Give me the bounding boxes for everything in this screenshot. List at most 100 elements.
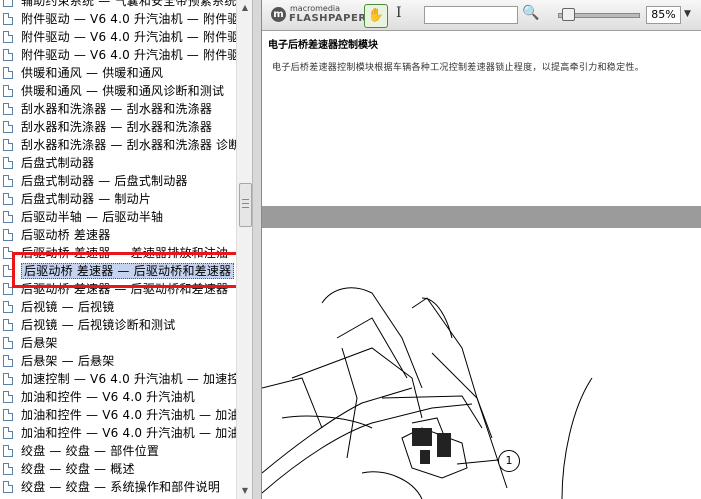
toc-item-label: 附件驱动 — V6 4.0 升汽油机 — 附件驱: [21, 48, 240, 62]
zoom-dropdown-icon[interactable]: ▼: [684, 9, 691, 19]
document-icon: [3, 175, 13, 187]
toc-item[interactable]: 后悬架 — 后悬架: [0, 352, 236, 370]
toc-tree: 辅助约束系统 — 气囊和安全带预紧系统附件驱动 — V6 4.0 升汽油机 — …: [0, 0, 240, 496]
document-icon: [3, 355, 13, 367]
toc-item-label: 附件驱动 — V6 4.0 升汽油机 — 附件驱: [21, 12, 240, 26]
callout-number: 1: [498, 450, 520, 472]
toc-item-label: 后悬架 — 后悬架: [21, 354, 115, 368]
panel-splitter[interactable]: [252, 0, 262, 499]
toc-item[interactable]: 加油和控件 — V6 4.0 升汽油机 — 加油: [0, 424, 239, 442]
toc-item-label: 绞盘 — 绞盘 — 系统操作和部件说明: [21, 480, 221, 494]
document-icon: [3, 13, 13, 25]
document-page-1: 电子后桥差速器控制模块 电子后桥差速器控制模块根据车辆各种工况控制差速器锁止程度…: [262, 31, 701, 206]
document-icon: [3, 103, 13, 115]
toc-item[interactable]: 后驱动半轴 — 后驱动半轴: [0, 208, 236, 226]
page-gap: [262, 206, 701, 228]
toc-item[interactable]: 绞盘 — 绞盘 — 系统操作和部件说明: [0, 478, 236, 496]
document-icon: [3, 337, 13, 349]
toc-item[interactable]: 附件驱动 — V6 4.0 升汽油机 — 附件驱: [0, 28, 239, 46]
toc-item-label: 供暖和通风 — 供暖和通风诊断和测试: [21, 84, 225, 98]
logo-big-text: FLASHPAPER: [289, 13, 367, 24]
toc-item-label: 加速控制 — V6 4.0 升汽油机 — 加速控: [21, 372, 240, 386]
toc-item[interactable]: 后盘式制动器 — 制动片: [0, 190, 236, 208]
toc-item-label: 绞盘 — 绞盘 — 概述: [21, 462, 135, 476]
toc-item[interactable]: 辅助约束系统 — 气囊和安全带预紧系统: [0, 0, 236, 10]
toc-item-label: 刮水器和洗涤器 — 刮水器和洗涤器: [21, 102, 213, 116]
toc-item-label: 后视镜 — 后视镜诊断和测试: [21, 318, 176, 332]
toc-item-label: 后悬架: [21, 336, 58, 350]
toc-item[interactable]: 后驱动桥 差速器: [0, 226, 236, 244]
toc-item-label: 加油和控件 — V6 4.0 升汽油机: [21, 390, 195, 404]
document-icon: [3, 391, 13, 403]
toc-item[interactable]: 附件驱动 — V6 4.0 升汽油机 — 附件驱: [0, 46, 239, 64]
toc-item-label: 后驱动桥 差速器: [21, 228, 111, 242]
document-icon: [3, 301, 13, 313]
toc-item[interactable]: 供暖和通风 — 供暖和通风: [0, 64, 236, 82]
zoom-field[interactable]: 85%: [646, 6, 681, 24]
document-icon: [3, 409, 13, 421]
document-icon: [3, 211, 13, 223]
toc-item-label: 后驱动半轴 — 后驱动半轴: [21, 210, 164, 224]
component-diagram: [262, 287, 593, 499]
scroll-down-icon[interactable]: ▼: [237, 483, 252, 499]
toc-item-label: 绞盘 — 绞盘 — 部件位置: [21, 444, 160, 458]
scroll-thumb[interactable]: [239, 183, 252, 227]
toc-item[interactable]: 加速控制 — V6 4.0 升汽油机 — 加速控: [0, 370, 239, 388]
toc-item-label: 后盘式制动器 — 制动片: [21, 192, 152, 206]
document-icon: [3, 427, 13, 439]
toc-item-label: 后盘式制动器 — 后盘式制动器: [21, 174, 188, 188]
toc-item[interactable]: 后视镜 — 后视镜诊断和测试: [0, 316, 236, 334]
page-title: 电子后桥差速器控制模块: [268, 40, 378, 51]
toc-panel: 辅助约束系统 — 气囊和安全带预紧系统附件驱动 — V6 4.0 升汽油机 — …: [0, 0, 252, 499]
toc-item-label: 附件驱动 — V6 4.0 升汽油机 — 附件驱: [21, 30, 240, 44]
logo-small-text: macromedia: [290, 4, 341, 13]
toc-item[interactable]: 后视镜 — 后视镜: [0, 298, 236, 316]
toc-item[interactable]: 绞盘 — 绞盘 — 部件位置: [0, 442, 236, 460]
toc-item[interactable]: 刮水器和洗涤器 — 刮水器和洗涤器: [0, 118, 236, 136]
toc-item-label: 后视镜 — 后视镜: [21, 300, 115, 314]
hand-tool-icon[interactable]: ✋: [364, 4, 388, 28]
document-page-2: 1: [262, 228, 701, 499]
toc-item[interactable]: 绞盘 — 绞盘 — 概述: [0, 460, 236, 478]
document-icon: [3, 121, 13, 133]
search-icon[interactable]: 🔍: [522, 5, 539, 21]
toc-item-label: 加油和控件 — V6 4.0 升汽油机 — 加油: [21, 426, 240, 440]
document-icon: [3, 229, 13, 241]
search-input[interactable]: [424, 6, 518, 24]
red-highlight-box: [12, 252, 239, 288]
document-icon: [3, 139, 13, 151]
toc-item[interactable]: 刮水器和洗涤器 — 刮水器和洗涤器: [0, 100, 236, 118]
document-viewer: m macromedia FLASHPAPER ✋ I 🔍 85% ▼ 电子后桥…: [262, 0, 701, 499]
toc-item-label: 供暖和通风 — 供暖和通风: [21, 66, 164, 80]
toc-item[interactable]: 刮水器和洗涤器 — 刮水器和洗涤器 诊断: [0, 136, 240, 154]
flashpaper-logo-icon: m: [271, 7, 286, 22]
viewer-toolbar: m macromedia FLASHPAPER ✋ I 🔍 85% ▼: [262, 0, 701, 31]
document-icon: [3, 463, 13, 475]
document-icon: [3, 193, 13, 205]
scroll-up-icon[interactable]: ▲: [237, 0, 252, 16]
toc-item-label: 辅助约束系统 — 气囊和安全带预紧系统: [21, 0, 237, 8]
toc-item[interactable]: 加油和控件 — V6 4.0 升汽油机 — 加油: [0, 406, 239, 424]
page-text: 电子后桥差速器控制模块根据车辆各种工况控制差速器锁止程度，以提高牵引力和稳定性。: [272, 63, 645, 73]
zoom-slider-knob[interactable]: [562, 8, 575, 21]
toc-item-label: 刮水器和洗涤器 — 刮水器和洗涤器 诊断: [21, 138, 241, 152]
toc-item[interactable]: 后盘式制动器: [0, 154, 236, 172]
toc-item-label: 加油和控件 — V6 4.0 升汽油机 — 加油: [21, 408, 240, 422]
document-icon: [3, 85, 13, 97]
toc-item[interactable]: 后悬架: [0, 334, 236, 352]
document-icon: [3, 319, 13, 331]
toc-item[interactable]: 加油和控件 — V6 4.0 升汽油机: [0, 388, 236, 406]
document-icon: [3, 445, 13, 457]
toc-scrollbar[interactable]: ▲ ▼: [236, 0, 252, 499]
toc-item-label: 刮水器和洗涤器 — 刮水器和洗涤器: [21, 120, 213, 134]
document-icon: [3, 31, 13, 43]
document-icon: [3, 481, 13, 493]
toc-item-label: 后盘式制动器: [21, 156, 95, 170]
document-icon: [3, 0, 13, 7]
toc-item[interactable]: 附件驱动 — V6 4.0 升汽油机 — 附件驱: [0, 10, 239, 28]
document-icon: [3, 67, 13, 79]
toc-item[interactable]: 后盘式制动器 — 后盘式制动器: [0, 172, 236, 190]
document-icon: [3, 49, 13, 61]
text-select-icon[interactable]: I: [396, 5, 402, 21]
toc-item[interactable]: 供暖和通风 — 供暖和通风诊断和测试: [0, 82, 236, 100]
